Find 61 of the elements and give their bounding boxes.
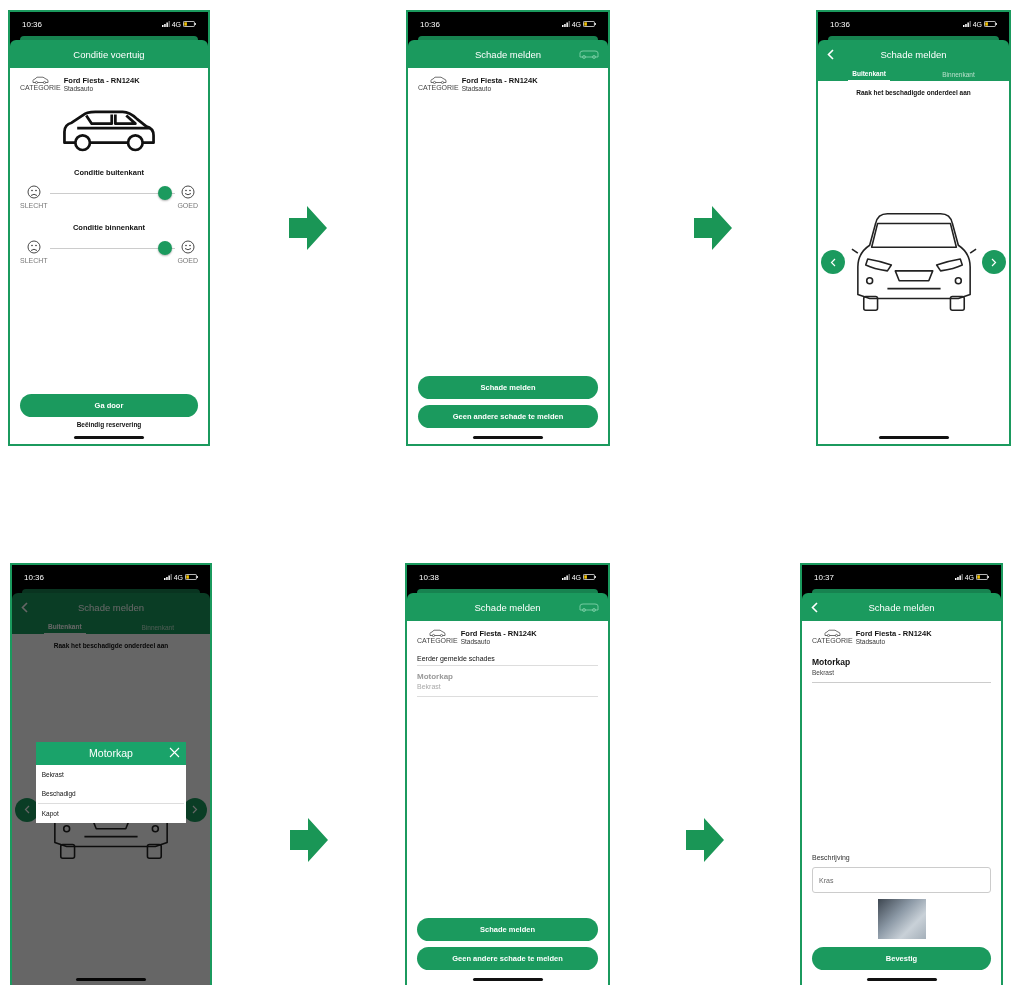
battery-icon [583, 21, 596, 27]
close-button[interactable] [169, 746, 181, 758]
battery-icon [976, 574, 989, 580]
car-icon [31, 76, 49, 84]
status-time: 10:36 [830, 19, 851, 29]
status-time: 10:36 [24, 572, 45, 582]
happy-face-icon [180, 185, 195, 199]
back-icon [810, 601, 818, 613]
sad-face-icon [26, 185, 41, 199]
back-icon [826, 48, 834, 60]
sad-face-icon [26, 240, 41, 254]
screen-title: Schade melden [867, 601, 936, 613]
back-button[interactable] [20, 601, 28, 613]
damage-part: Motorkap [417, 672, 454, 681]
home-indicator [473, 436, 543, 439]
signal-icon [163, 574, 172, 580]
home-indicator [76, 978, 146, 981]
signal-icon [161, 21, 170, 27]
car-icon [823, 629, 841, 637]
screen-title: Schade melden [879, 48, 948, 60]
back-button[interactable] [810, 601, 818, 613]
damage-part: Motorkap [812, 657, 852, 667]
arrow-icon [694, 206, 732, 250]
car-icon [428, 629, 446, 637]
screen-title: Schade melden [77, 601, 145, 613]
home-indicator [866, 978, 937, 981]
home-indicator [74, 436, 144, 439]
home-indicator [878, 436, 949, 439]
chevron-right-icon [991, 257, 997, 267]
slider-thumb[interactable] [158, 241, 172, 255]
slider-thumb[interactable] [158, 186, 172, 200]
signal-icon [962, 21, 971, 27]
signal-icon [954, 574, 963, 580]
battery-icon [183, 21, 196, 27]
happy-face-icon [180, 240, 195, 254]
arrow-icon [686, 818, 724, 862]
photo-placeholder [877, 899, 926, 939]
back-button[interactable] [826, 48, 834, 60]
car-icon [429, 76, 447, 84]
screen-title: Schade melden [473, 601, 542, 613]
status-time: 10:36 [22, 19, 43, 29]
status-time: 10:36 [420, 19, 441, 29]
dialog-title: Motorkap [89, 747, 133, 760]
home-indicator [472, 978, 543, 981]
screen-title: Conditie voertuig [72, 48, 146, 60]
signal-icon [561, 21, 570, 27]
signal-icon [561, 574, 570, 580]
screen-title: Schade melden [474, 48, 542, 60]
close-icon [169, 746, 181, 758]
previous-button[interactable] [15, 797, 39, 822]
chevron-right-icon [192, 805, 198, 814]
status-time: 10:37 [814, 572, 835, 582]
battery-icon [583, 574, 596, 580]
status-time: 10:38 [419, 572, 440, 582]
back-icon [20, 601, 28, 613]
arrow-icon [289, 818, 328, 862]
chevron-left-icon [24, 805, 30, 814]
arrow-icon [289, 206, 327, 250]
chevron-left-icon [830, 257, 836, 267]
battery-icon [984, 21, 997, 27]
battery-icon [185, 574, 198, 580]
